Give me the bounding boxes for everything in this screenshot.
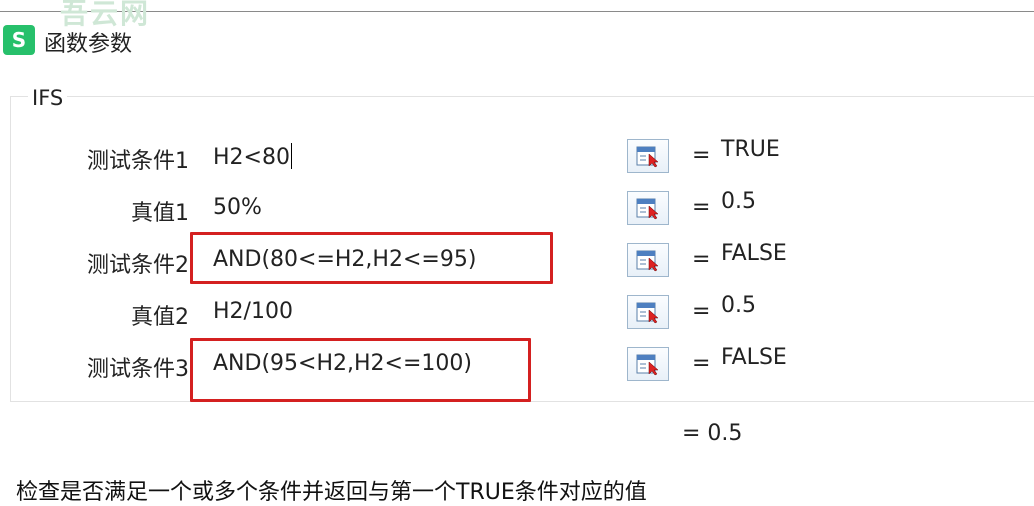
equals-sign: =: [692, 351, 711, 376]
arg-label: 测试条件3: [87, 357, 189, 382]
equals-sign: =: [692, 247, 711, 272]
arg-input-test1[interactable]: H2<80: [213, 143, 292, 170]
equals-sign: =: [692, 195, 711, 220]
arg-value: 0.5: [721, 293, 756, 318]
function-name-label: IFS: [28, 86, 68, 110]
collapse-dialog-icon: [636, 146, 659, 168]
arg-row-test1: 测试条件1 H2<80 = TRUE: [0, 135, 1034, 175]
arg-row-true2: 真值2 H2/100 = 0.5: [0, 291, 1034, 331]
formula-result: = 0.5: [682, 421, 743, 446]
arg-label: 测试条件2: [87, 253, 189, 278]
ref-select-button[interactable]: [627, 347, 669, 381]
arg-value: 0.5: [721, 189, 756, 214]
arg-input-true1[interactable]: 50%: [213, 195, 262, 220]
collapse-dialog-icon: [636, 302, 659, 324]
text-caret: [290, 143, 292, 169]
window-edge-line: [0, 11, 1034, 12]
arg-label: 测试条件1: [87, 149, 189, 174]
dialog-title-bar: S 函数参数: [0, 22, 1034, 58]
arg-value: FALSE: [721, 345, 787, 370]
highlight-box-test3: [190, 338, 531, 402]
ref-select-button[interactable]: [627, 295, 669, 329]
ref-select-button[interactable]: [627, 243, 669, 277]
dialog-title: 函数参数: [44, 32, 133, 57]
wps-app-icon: S: [3, 25, 35, 55]
arg-row-true1: 真值1 50% = 0.5: [0, 187, 1034, 227]
arg-value: FALSE: [721, 241, 787, 266]
arg-value: TRUE: [721, 137, 780, 162]
arg-input-true2[interactable]: H2/100: [213, 299, 293, 324]
equals-sign: =: [692, 299, 711, 324]
collapse-dialog-icon: [636, 250, 659, 272]
ref-select-button[interactable]: [627, 139, 669, 173]
equals-sign: =: [692, 143, 711, 168]
collapse-dialog-icon: [636, 198, 659, 220]
collapse-dialog-icon: [636, 354, 659, 376]
arg-label: 真值1: [131, 201, 189, 226]
arg-label: 真值2: [131, 305, 189, 330]
ref-select-button[interactable]: [627, 191, 669, 225]
highlight-box-test2: [190, 232, 553, 284]
function-description: 检查是否满足一个或多个条件并返回与第一个TRUE条件对应的值: [16, 480, 647, 505]
